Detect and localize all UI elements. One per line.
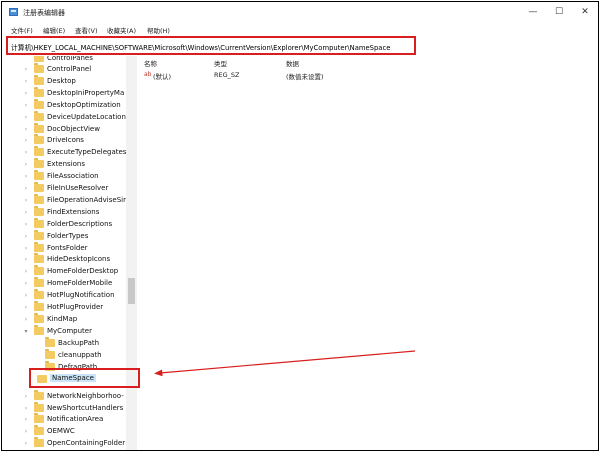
registry-editor-window: 注册表编辑器 — ☐ ✕ 文件(F) 编辑(E) 查看(V) 收藏夹(A) 帮助… xyxy=(1,1,599,451)
annotation-arrow xyxy=(154,350,416,377)
arrow-head xyxy=(154,369,163,377)
arrow-line xyxy=(159,350,416,374)
